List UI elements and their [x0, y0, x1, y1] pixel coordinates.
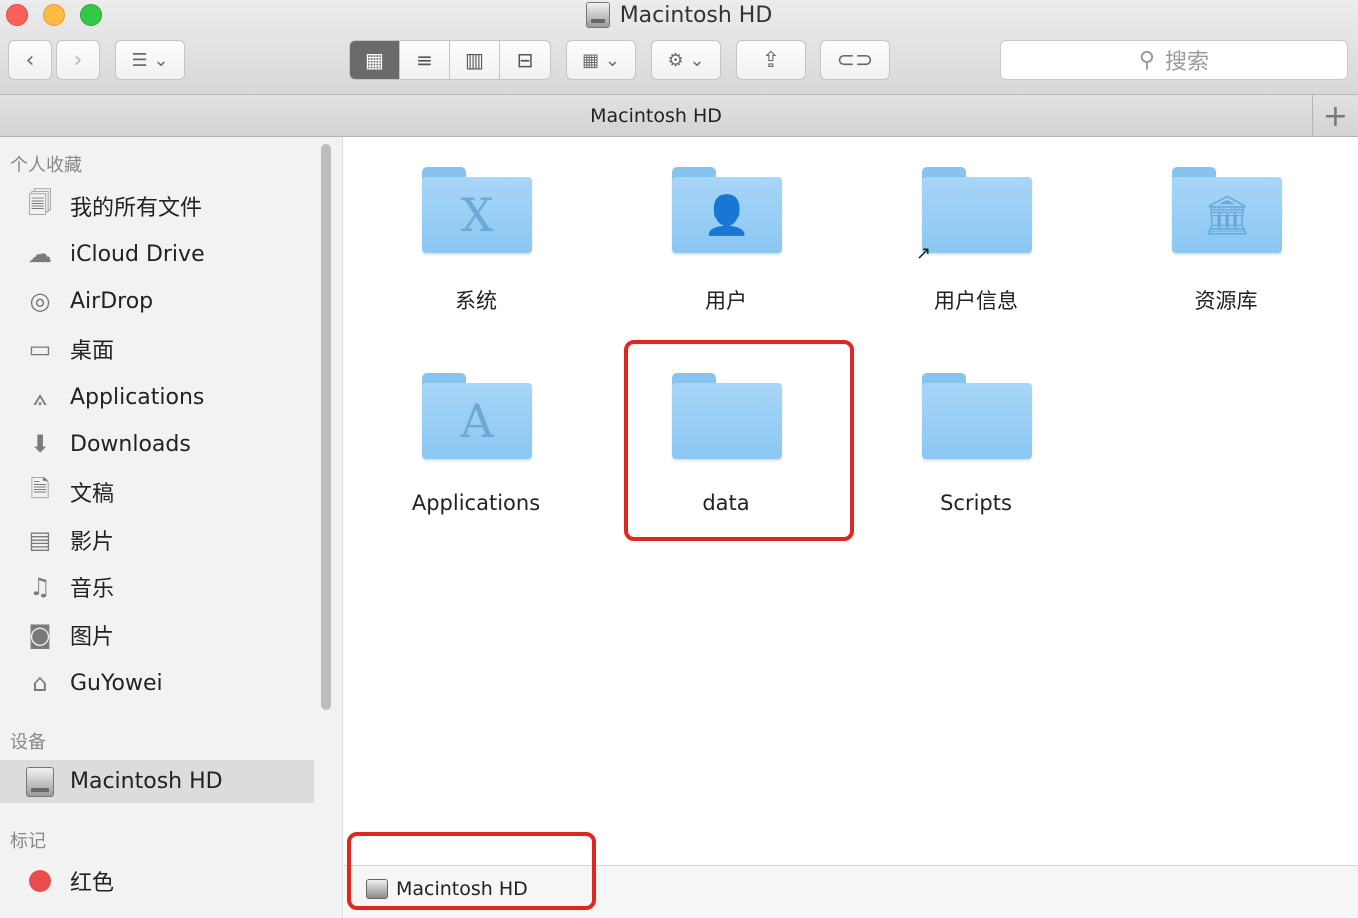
- search-icon: ⚲: [1138, 47, 1156, 73]
- music-icon: ♫: [29, 573, 51, 601]
- sidebar-item-home[interactable]: ⌂ GuYowei: [22, 663, 312, 703]
- arrange-button[interactable]: ☰ ⌄: [115, 40, 185, 80]
- forward-button[interactable]: ›: [56, 40, 100, 80]
- folder-label: Applications: [411, 491, 541, 515]
- folder-icon: X: [422, 167, 532, 257]
- column-view-button[interactable]: ▥: [450, 41, 500, 79]
- library-folder-icon: 🏛: [1172, 167, 1282, 257]
- sidebar-item-documents[interactable]: 🗎 文稿: [22, 472, 312, 512]
- favorites-header: 个人收藏: [10, 155, 82, 176]
- highlight-box-data: [624, 340, 854, 541]
- sidebar-item-label: AirDrop: [70, 288, 154, 314]
- group-button[interactable]: ▦ ⌄: [566, 40, 636, 80]
- devices-header: 设备: [10, 732, 46, 753]
- folder-item-applications[interactable]: A Applications: [366, 373, 586, 543]
- folder-label: 用户: [705, 289, 747, 313]
- disk-icon: [22, 766, 58, 798]
- sidebar-item-desktop[interactable]: ▭ 桌面: [22, 329, 312, 369]
- sidebar-item-pictures[interactable]: ◙ 图片: [22, 615, 312, 655]
- folder-item-scripts[interactable]: Scripts: [866, 373, 1086, 543]
- all-files-icon: 🗐: [28, 188, 52, 217]
- airdrop-icon: ◎: [29, 287, 51, 315]
- tab-title: Macintosh HD: [590, 105, 722, 127]
- applications-icon: ⟑: [32, 383, 48, 411]
- folder-item-user-info[interactable]: ↗ 用户信息: [866, 167, 1086, 337]
- sidebar-item-label: iCloud Drive: [70, 241, 205, 267]
- share-icon: ⇪: [761, 47, 781, 73]
- back-button[interactable]: ‹: [8, 40, 52, 80]
- file-browser: X 系统 👤 用户 ↗ 用户信息 🏛 资源库 A Applications da…: [344, 137, 1358, 865]
- new-tab-button[interactable]: +: [1312, 95, 1358, 137]
- window-title: Macintosh HD: [0, 0, 1358, 30]
- grid-icon: ▦: [365, 48, 384, 72]
- desktop-icon: ▭: [28, 335, 52, 363]
- tags-button[interactable]: ⊂⊃: [820, 40, 890, 80]
- sidebar-item-label: Applications: [70, 384, 205, 410]
- user-folder-icon: 👤: [672, 167, 782, 257]
- sidebar-item-applications[interactable]: ⟑ Applications: [22, 377, 312, 417]
- sidebar-item-macintosh-hd[interactable]: Macintosh HD: [0, 760, 314, 803]
- pictures-icon: ◙: [28, 621, 52, 649]
- home-icon: ⌂: [32, 669, 48, 697]
- icon-view-button[interactable]: ▦: [350, 41, 400, 79]
- sidebar-item-movies[interactable]: ▤ 影片: [22, 520, 312, 560]
- tags-header: 标记: [10, 831, 46, 852]
- chevron-right-icon: ›: [73, 47, 83, 73]
- sidebar-item-downloads[interactable]: ⬇ Downloads: [22, 424, 312, 464]
- sidebar-item-icloud[interactable]: ☁ iCloud Drive: [22, 234, 312, 274]
- folder-label: 资源库: [1194, 289, 1258, 313]
- sidebar-item-label: GuYowei: [70, 670, 163, 696]
- folder-item-users[interactable]: 👤 用户: [616, 167, 836, 337]
- folder-label: Scripts: [940, 491, 1012, 515]
- disk-icon: [585, 2, 610, 28]
- sidebar-item-all-files[interactable]: 🗐 我的所有文件: [22, 186, 312, 226]
- action-button[interactable]: ⚙ ⌄: [651, 40, 721, 80]
- sidebar-item-label: 音乐: [70, 577, 115, 602]
- sidebar-item-label: 图片: [70, 625, 115, 650]
- sidebar-item-label: 我的所有文件: [70, 196, 203, 221]
- sidebar-item-music[interactable]: ♫ 音乐: [22, 567, 312, 607]
- downloads-icon: ⬇: [29, 430, 51, 458]
- sidebar-item-label: 红色: [70, 871, 115, 896]
- highlight-box-path: [347, 832, 596, 910]
- list-arrange-icon: ☰ ⌄: [131, 49, 169, 71]
- sidebar-item-airdrop[interactable]: ◎ AirDrop: [22, 281, 312, 321]
- folder-label: 用户信息: [934, 289, 1018, 313]
- sidebar-item-tag-red[interactable]: 红色: [22, 861, 312, 901]
- gallery-icon: ⊟: [516, 48, 534, 72]
- cloud-icon: ☁: [28, 240, 52, 268]
- window-title-text: Macintosh HD: [619, 2, 773, 28]
- sidebar: 个人收藏 🗐 我的所有文件 ☁ iCloud Drive ◎ AirDrop ▭…: [0, 137, 343, 918]
- tag-icon: ⊂⊃: [836, 47, 874, 73]
- sidebar-item-label: Downloads: [70, 431, 191, 457]
- path-bar: Macintosh HD +: [0, 95, 1358, 137]
- movies-icon: ▤: [28, 526, 52, 554]
- sidebar-scrollbar[interactable]: [321, 144, 331, 710]
- folder-label: 系统: [455, 289, 497, 313]
- list-view-button[interactable]: ≡: [400, 41, 450, 79]
- search-field[interactable]: ⚲ 搜索: [1000, 40, 1348, 80]
- folder-icon: [922, 373, 1032, 463]
- columns-icon: ▥: [465, 48, 484, 72]
- gallery-view-button[interactable]: ⊟: [500, 41, 550, 79]
- title-bar: Macintosh HD ‹ › ☰ ⌄ ▦ ≡ ▥ ⊟ ▦ ⌄ ⚙ ⌄ ⇪ ⊂…: [0, 0, 1358, 95]
- sidebar-item-label: 文稿: [70, 482, 115, 507]
- folder-item-library[interactable]: 🏛 资源库: [1116, 167, 1336, 337]
- sidebar-item-label: 桌面: [70, 339, 115, 364]
- chevron-left-icon: ‹: [25, 47, 35, 73]
- gear-icon: ⚙ ⌄: [667, 49, 705, 71]
- applications-folder-icon: A: [422, 373, 532, 463]
- list-icon: ≡: [416, 48, 433, 72]
- search-placeholder: 搜索: [1165, 50, 1210, 75]
- sidebar-item-label: 影片: [70, 530, 115, 555]
- sidebar-item-label: Macintosh HD: [70, 769, 223, 794]
- share-button[interactable]: ⇪: [736, 40, 806, 80]
- documents-icon: 🗎: [30, 474, 50, 503]
- red-tag-icon: [29, 870, 51, 892]
- folder-icon: [922, 167, 1032, 257]
- group-icon: ▦ ⌄: [582, 49, 620, 71]
- alias-arrow-icon: ↗: [916, 243, 932, 264]
- folder-item-system[interactable]: X 系统: [366, 167, 586, 337]
- view-mode-control: ▦ ≡ ▥ ⊟: [349, 40, 551, 80]
